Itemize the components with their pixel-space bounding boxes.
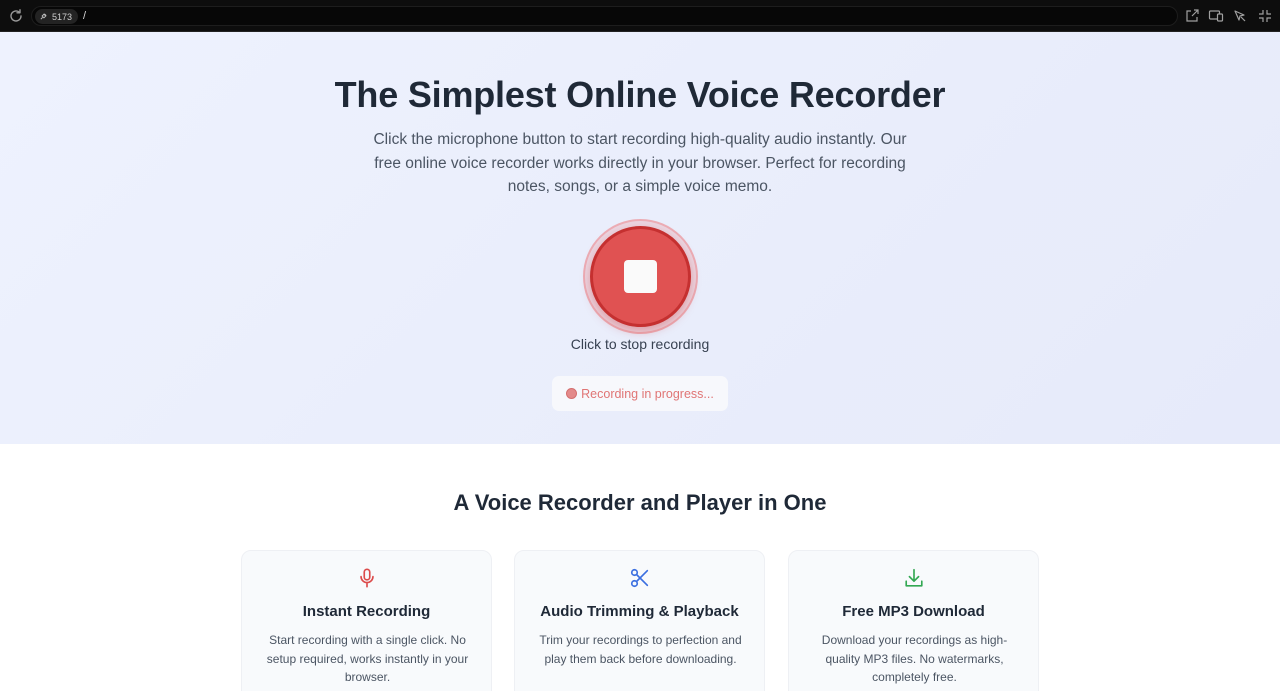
address-bar[interactable]: 5173 / <box>31 6 1178 26</box>
scissors-icon <box>630 568 649 588</box>
download-icon <box>905 568 923 587</box>
devices-icon[interactable] <box>1208 8 1224 24</box>
url-path: / <box>83 10 87 22</box>
browser-toolbar: 5173 / <box>0 0 1280 32</box>
hero-description: Click the microphone button to start rec… <box>373 131 907 195</box>
feature-card-instant-recording: Instant Recording Start recording with a… <box>241 550 492 691</box>
stop-recording-button[interactable] <box>590 226 691 327</box>
feature-title: Audio Trimming & Playback <box>540 603 739 620</box>
recording-status: Recording in progress... <box>552 376 728 411</box>
collapse-icon[interactable] <box>1257 8 1273 24</box>
feature-text: Trim your recordings to perfection and p… <box>539 633 742 666</box>
feature-card-audio-trimming: Audio Trimming & Playback Trim your reco… <box>514 550 765 691</box>
reload-icon[interactable] <box>8 8 24 24</box>
microphone-icon <box>360 568 374 588</box>
open-external-icon[interactable] <box>1184 8 1200 24</box>
page-title: The Simplest Online Voice Recorder <box>334 74 946 115</box>
inspect-cursor-icon[interactable] <box>1232 8 1248 24</box>
plug-icon <box>40 13 47 20</box>
feature-text: Start recording with a single click. No … <box>266 633 469 684</box>
recording-dot-icon <box>566 388 578 399</box>
feature-title: Free MP3 Download <box>842 603 985 620</box>
feature-title: Instant Recording <box>302 603 431 620</box>
port-number: 5173 <box>52 11 73 22</box>
port-badge[interactable]: 5173 <box>35 9 79 24</box>
feature-card-mp3-download: Free MP3 Download Download your recordin… <box>788 550 1039 691</box>
hero-section: The Simplest Online Voice Recorder Click… <box>0 32 1280 444</box>
record-caption: Click to stop recording <box>570 336 710 352</box>
stop-icon <box>624 260 657 293</box>
recording-status-text: Recording in progress... <box>581 386 714 401</box>
features-title: A Voice Recorder and Player in One <box>453 490 827 515</box>
feature-text: Download your recordings as high-quality… <box>821 633 1008 684</box>
